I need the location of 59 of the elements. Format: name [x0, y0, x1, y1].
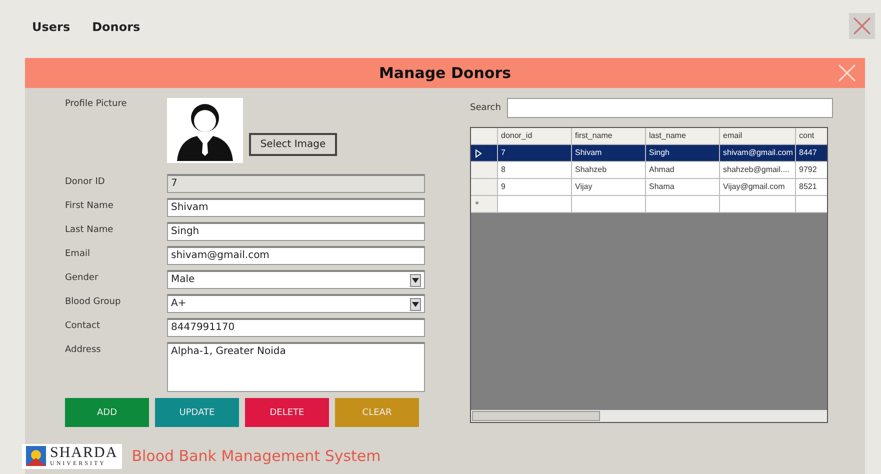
dropdown-field[interactable]: A+ [167, 294, 425, 313]
field-label: Blood Group [65, 296, 122, 307]
search-field[interactable] [506, 98, 833, 118]
field-label: Contact [65, 320, 102, 331]
horizontal-scrollbar[interactable] [471, 410, 827, 422]
input-field[interactable]: 8447991170 [167, 318, 425, 337]
action-button[interactable]: DELETE [245, 398, 329, 427]
field-label: Donor ID [65, 176, 106, 187]
table-cell: 8 [498, 162, 572, 179]
input-field[interactable]: shivam@gmail.com [167, 246, 425, 265]
table-cell: 9 [498, 179, 572, 196]
field-label: First Name [65, 200, 114, 211]
field-label: Last Name [65, 224, 114, 235]
table-cell: 8521 [796, 179, 827, 196]
row-pointer-icon [475, 148, 482, 158]
close-icon [852, 16, 872, 36]
dialog-title: Manage Donors [378, 64, 512, 82]
column-header[interactable]: cont [796, 128, 827, 145]
text-area[interactable]: Alpha-1, Greater Noida [167, 342, 425, 392]
table-cell: 9792 [796, 162, 827, 179]
scrollbar-thumb[interactable] [472, 411, 600, 421]
input-field[interactable]: 7 [167, 174, 425, 193]
field-label: Email [65, 248, 91, 259]
row-header: * [471, 196, 498, 213]
input-field[interactable]: Shivam [167, 198, 425, 217]
search-label: Search [470, 103, 501, 113]
table-cell: 7 [498, 145, 572, 162]
table-cell: shahzeb@gmail.... [720, 162, 796, 179]
menu-item[interactable]: Users [28, 18, 74, 36]
table-cell: Shivam [572, 145, 646, 162]
input-field[interactable]: Singh [167, 222, 425, 241]
table-cell: Vijay@gmail.com [720, 179, 796, 196]
column-header[interactable]: donor_id [498, 128, 572, 145]
row-header[interactable] [471, 145, 498, 162]
menu-item[interactable]: Donors [88, 18, 144, 36]
table-cell: 8447 [796, 145, 827, 162]
table-cell: Shahzeb [572, 162, 646, 179]
table-cell: Vijay [572, 179, 646, 196]
action-button[interactable]: ADD [65, 398, 149, 427]
logo-name: SHARDA [50, 446, 118, 460]
field-label: Address [65, 344, 102, 355]
close-icon [837, 63, 857, 83]
table-cell: Ahmad [646, 162, 720, 179]
close-button[interactable] [849, 13, 875, 39]
table-cell [796, 196, 827, 213]
app-title: Blood Bank Management System [132, 447, 381, 465]
column-header[interactable]: email [720, 128, 796, 145]
table-cell: Shama [646, 179, 720, 196]
field-label: Gender [65, 272, 100, 283]
column-header[interactable]: last_name [646, 128, 720, 145]
dropdown-field[interactable]: Male [167, 270, 425, 289]
select-image-button[interactable]: Select Image [249, 133, 337, 156]
table-cell: shivam@gmail.com [720, 145, 796, 162]
column-header[interactable]: first_name [572, 128, 646, 145]
row-header [471, 128, 498, 145]
table-cell: Singh [646, 145, 720, 162]
action-button[interactable]: UPDATE [155, 398, 239, 427]
logo-emblem-icon [26, 446, 46, 466]
field-label: Profile Picture [65, 98, 128, 109]
